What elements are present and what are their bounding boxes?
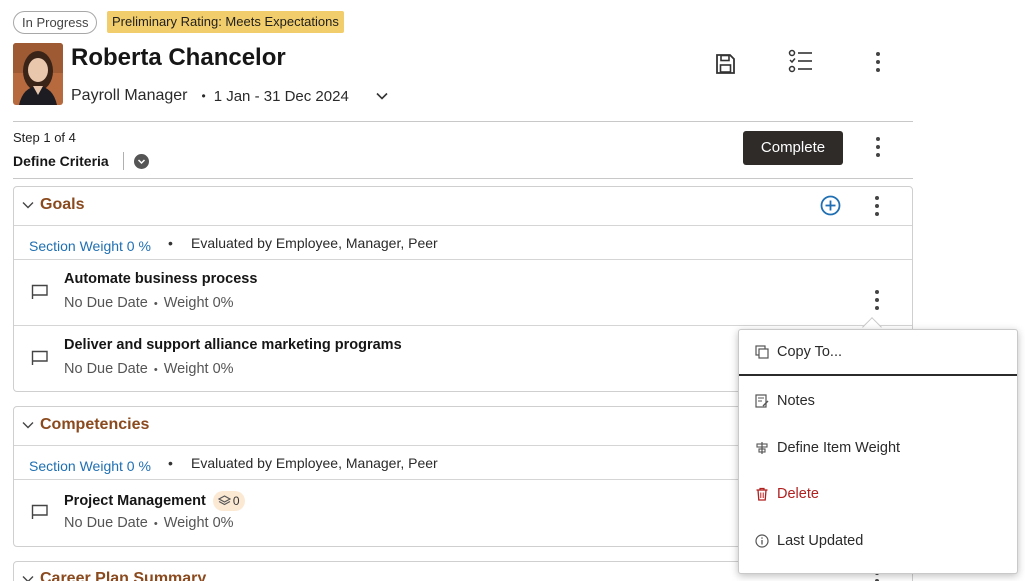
item-title: Project Management bbox=[64, 493, 206, 509]
step-name: Define Criteria bbox=[13, 152, 149, 170]
menu-label: Define Item Weight bbox=[777, 440, 901, 456]
menu-notes[interactable]: Notes bbox=[739, 378, 1017, 424]
separator-dot: • bbox=[168, 455, 173, 471]
chevron-down-circle-icon[interactable] bbox=[133, 153, 149, 169]
menu-label: Delete bbox=[777, 486, 819, 502]
save-icon[interactable] bbox=[712, 51, 738, 77]
menu-delete[interactable]: Delete bbox=[739, 471, 1017, 517]
chevron-down-icon bbox=[22, 576, 34, 581]
flag-icon bbox=[31, 350, 48, 365]
menu-label: Notes bbox=[777, 393, 815, 409]
item-meta: No Due Date • Weight 0% bbox=[64, 361, 234, 377]
add-circle-icon[interactable] bbox=[820, 195, 841, 216]
career-plan-toggle[interactable]: Career Plan Summary bbox=[22, 570, 206, 581]
due-date: No Due Date bbox=[64, 295, 148, 311]
separator-dot: • bbox=[168, 235, 173, 251]
evaluated-by: Evaluated by Employee, Manager, Peer bbox=[191, 455, 438, 471]
trash-icon bbox=[756, 487, 768, 501]
chevron-down-icon bbox=[22, 422, 34, 429]
item-meta: No Due Date • Weight 0% bbox=[64, 295, 234, 311]
item-weight: Weight 0% bbox=[163, 295, 234, 311]
section-weight-row: Section Weight 0 % • Evaluated by Employ… bbox=[14, 226, 912, 260]
item-title: Automate business process bbox=[64, 271, 258, 287]
rating-badge: Preliminary Rating: Meets Expectations bbox=[107, 11, 344, 33]
layers-count-chip[interactable]: 0 bbox=[212, 491, 245, 511]
section-title: Career Plan Summary bbox=[40, 570, 207, 581]
divider bbox=[122, 152, 124, 170]
header-more-icon[interactable] bbox=[868, 49, 888, 75]
item-weight: Weight 0% bbox=[163, 361, 234, 377]
chevron-down-icon bbox=[22, 202, 34, 209]
menu-define-item-weight[interactable]: Define Item Weight bbox=[739, 425, 1017, 471]
step-divider bbox=[13, 178, 913, 179]
evaluated-by: Evaluated by Employee, Manager, Peer bbox=[191, 235, 438, 251]
separator-dot: • bbox=[201, 89, 206, 103]
notes-icon bbox=[755, 394, 769, 408]
flag-icon bbox=[31, 504, 48, 519]
chevron-down-icon[interactable] bbox=[375, 89, 389, 103]
menu-last-updated[interactable]: Last Updated bbox=[739, 518, 1017, 564]
menu-label: Copy To... bbox=[777, 344, 843, 360]
goals-header: Goals bbox=[14, 187, 912, 226]
competencies-toggle[interactable]: Competencies bbox=[22, 416, 149, 434]
item-context-menu: Copy To... Notes Define Item Weight Dele… bbox=[738, 329, 1018, 574]
info-icon bbox=[755, 534, 769, 548]
goals-toggle[interactable]: Goals bbox=[22, 196, 84, 214]
job-title: Payroll Manager bbox=[71, 87, 188, 104]
flag-icon bbox=[31, 284, 48, 299]
menu-label: Last Updated bbox=[777, 533, 864, 549]
step-counter: Step 1 of 4 bbox=[13, 130, 76, 145]
menu-copy-to[interactable]: Copy To... bbox=[739, 330, 1017, 376]
item-title: Deliver and support alliance marketing p… bbox=[64, 337, 402, 353]
employee-name: Roberta Chancelor bbox=[71, 44, 286, 71]
section-more-icon[interactable] bbox=[867, 193, 887, 219]
section-weight-link[interactable]: Section Weight 0 % bbox=[29, 458, 151, 474]
section-title: Competencies bbox=[40, 416, 150, 433]
complete-button[interactable]: Complete bbox=[743, 131, 843, 165]
layers-icon bbox=[217, 495, 231, 506]
avatar bbox=[13, 43, 63, 105]
due-date: No Due Date bbox=[64, 515, 148, 531]
job-period-line: Payroll Manager • 1 Jan - 31 Dec 2024 bbox=[71, 87, 389, 105]
copy-icon bbox=[755, 345, 769, 359]
chip-count: 0 bbox=[232, 494, 240, 508]
header-divider bbox=[13, 121, 913, 122]
step-name-label: Define Criteria bbox=[13, 153, 109, 169]
checklist-icon[interactable] bbox=[787, 49, 813, 75]
section-title: Goals bbox=[40, 196, 85, 213]
item-meta: No Due Date • Weight 0% bbox=[64, 515, 234, 531]
item-weight: Weight 0% bbox=[163, 515, 234, 531]
item-more-icon[interactable] bbox=[867, 287, 887, 313]
due-date: No Due Date bbox=[64, 361, 148, 377]
status-badge: In Progress bbox=[13, 11, 98, 34]
weight-icon bbox=[756, 442, 768, 454]
item-title-row: Project Management 0 bbox=[64, 491, 245, 511]
section-weight-link[interactable]: Section Weight 0 % bbox=[29, 238, 151, 254]
goal-item[interactable]: Automate business process No Due Date • We… bbox=[14, 261, 912, 326]
period-dates: 1 Jan - 31 Dec 2024 bbox=[213, 87, 349, 105]
step-more-icon[interactable] bbox=[868, 134, 888, 160]
